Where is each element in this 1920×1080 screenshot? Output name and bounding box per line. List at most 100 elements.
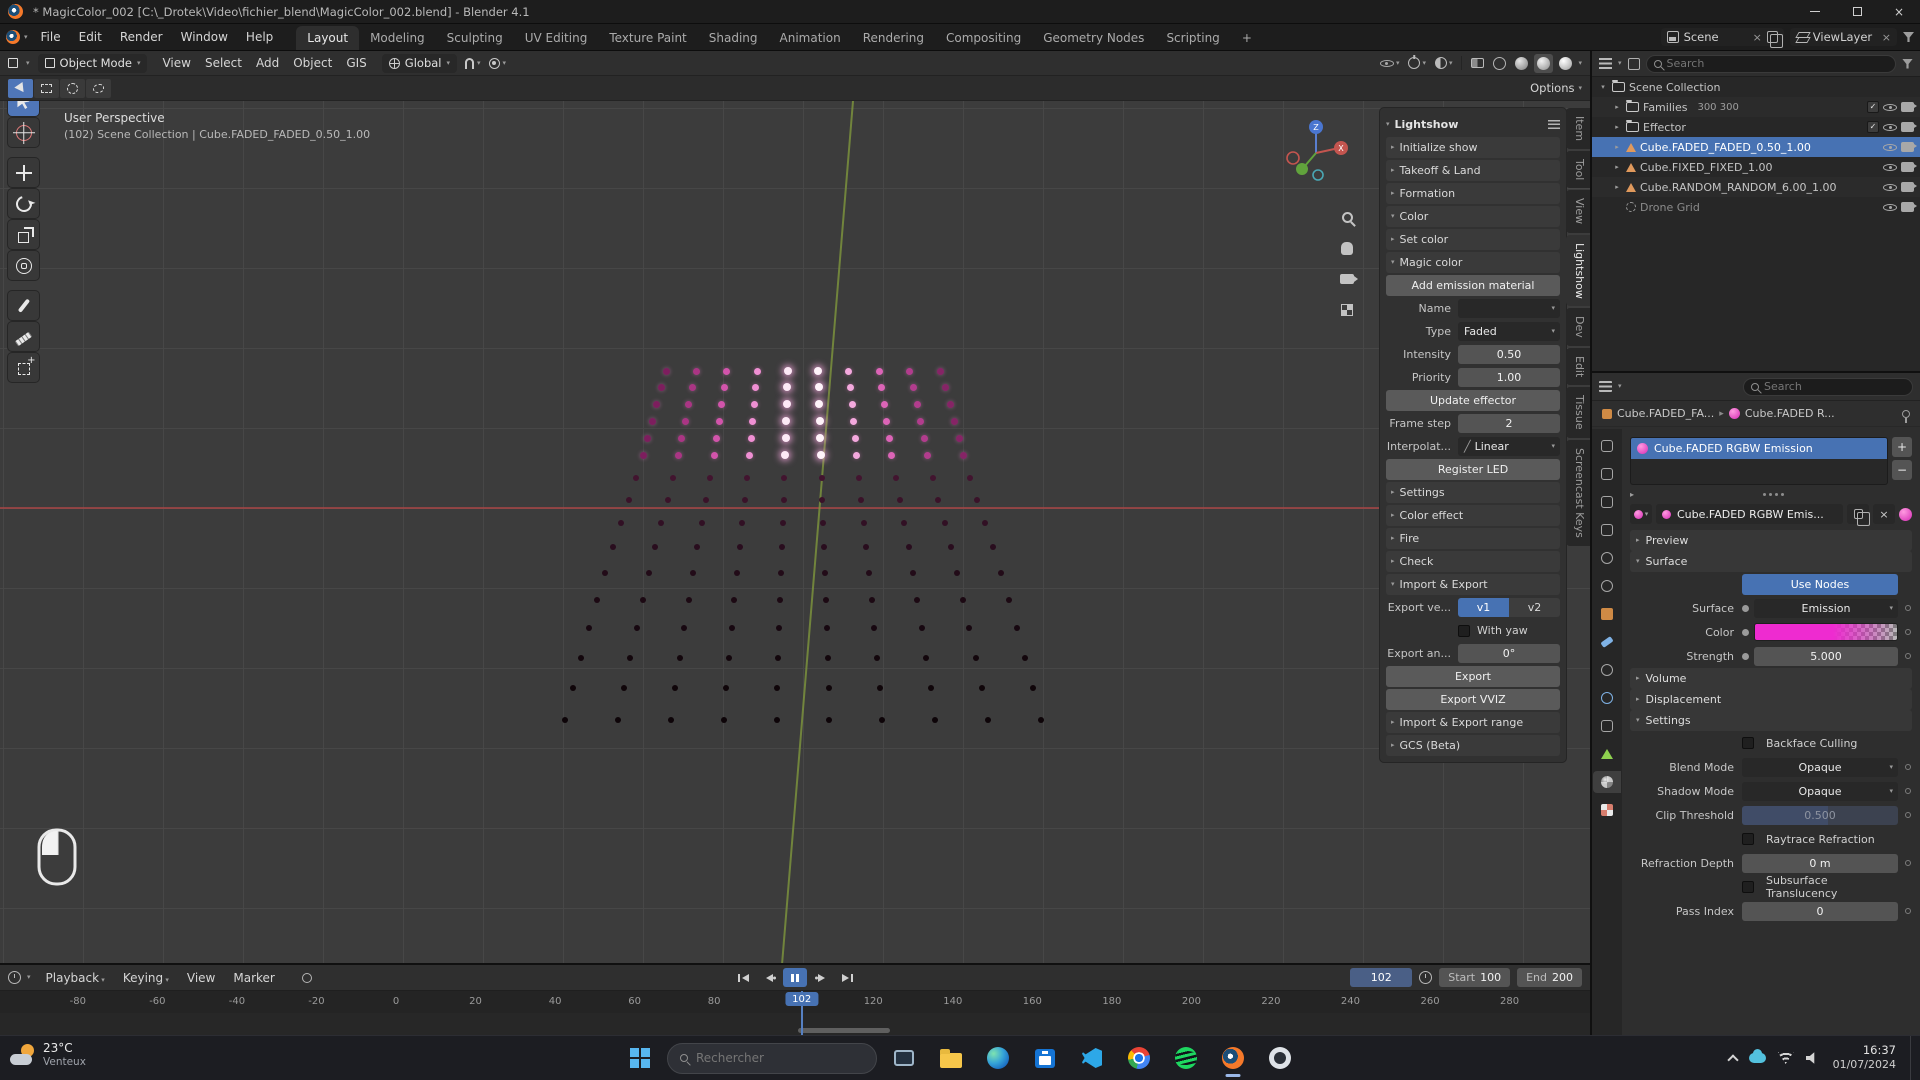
jump-start-button[interactable]: [731, 968, 755, 987]
drone-dot[interactable]: [726, 655, 732, 661]
properties-tab-physics[interactable]: [1593, 687, 1621, 709]
tool-annotate[interactable]: [8, 291, 39, 320]
outliner-filter-icon[interactable]: [1902, 59, 1913, 69]
panel-header-preview[interactable]: ▸Preview: [1630, 530, 1912, 551]
drone-dot[interactable]: [914, 401, 921, 408]
drone-dot[interactable]: [640, 597, 646, 603]
taskbar-app-chrome[interactable]: [1119, 1038, 1159, 1078]
outliner-row-drone-grid[interactable]: Drone Grid: [1592, 197, 1920, 217]
expand-arrow-icon[interactable]: ▸: [1630, 490, 1634, 499]
frame-start-field[interactable]: Start 100: [1439, 968, 1510, 987]
drone-dot[interactable]: [883, 418, 890, 425]
tray-expand-icon[interactable]: [1727, 1054, 1738, 1065]
drone-dot[interactable]: [781, 475, 787, 481]
properties-tab-output[interactable]: [1593, 491, 1621, 513]
unlink-material-button[interactable]: ×: [1873, 504, 1895, 524]
gizmos-dropdown[interactable]: ▾: [1405, 54, 1429, 72]
tool-rotate[interactable]: [8, 189, 39, 218]
taskbar-search-input[interactable]: [696, 1051, 864, 1065]
drone-dot[interactable]: [814, 367, 822, 375]
export-an-field[interactable]: 0°: [1458, 644, 1560, 663]
drone-dot[interactable]: [784, 367, 792, 375]
eye-icon[interactable]: [1883, 141, 1897, 154]
sidebar-tab-tissue[interactable]: Tissue: [1566, 387, 1590, 438]
drone-dot[interactable]: [621, 685, 627, 691]
viewlayer-unlink-icon[interactable]: ×: [1882, 31, 1891, 44]
export-vviz-button[interactable]: Export VVIZ: [1386, 689, 1560, 710]
viewport-menu-add[interactable]: Add: [249, 53, 286, 73]
subpanel-magic-color[interactable]: ▾Magic color: [1386, 252, 1560, 273]
drone-dot[interactable]: [663, 368, 670, 375]
sidebar-tab-tool[interactable]: Tool: [1566, 151, 1590, 188]
taskbar-app-obs[interactable]: [1260, 1038, 1300, 1078]
scene-unlink-icon[interactable]: ×: [1753, 31, 1762, 44]
drone-dot[interactable]: [779, 544, 785, 550]
drone-dot[interactable]: [942, 384, 949, 391]
drone-dot[interactable]: [815, 383, 823, 391]
minimize-button[interactable]: [1794, 0, 1836, 23]
drone-dot[interactable]: [823, 597, 829, 603]
shadow-mode-dropdown[interactable]: Opaque▾: [1742, 782, 1898, 801]
drone-dot[interactable]: [815, 400, 823, 408]
drone-dot[interactable]: [668, 717, 674, 723]
material-filter-icon[interactable]: [1899, 508, 1912, 521]
drone-dot[interactable]: [932, 717, 938, 723]
maximize-button[interactable]: [1836, 0, 1878, 23]
drone-dot[interactable]: [1022, 655, 1028, 661]
drone-dot[interactable]: [699, 520, 705, 526]
timeline-menu-keying[interactable]: Keying ▾: [114, 967, 178, 989]
drone-dot[interactable]: [777, 597, 783, 603]
drone-dot[interactable]: [874, 655, 880, 661]
drone-dot[interactable]: [871, 625, 877, 631]
sidebar-tab-dev[interactable]: Dev: [1566, 308, 1590, 346]
subpanel-color-effect[interactable]: ▸Color effect: [1386, 505, 1560, 526]
properties-tab-modifiers[interactable]: [1593, 631, 1621, 653]
drone-dot[interactable]: [653, 401, 660, 408]
taskbar-app-store[interactable]: [1025, 1038, 1065, 1078]
drone-dot[interactable]: [821, 544, 827, 550]
snap-magnet-icon[interactable]: [465, 58, 474, 69]
camera-icon[interactable]: [1901, 102, 1914, 112]
drone-dot[interactable]: [951, 418, 958, 425]
sidebar-tab-edit[interactable]: Edit: [1566, 348, 1590, 385]
drone-dot[interactable]: [917, 418, 924, 425]
outliner-row-families[interactable]: ▸Families300 300✓: [1592, 97, 1920, 117]
drone-dot[interactable]: [626, 497, 632, 503]
drone-dot[interactable]: [649, 418, 656, 425]
segment-v1-button[interactable]: v1: [1458, 598, 1509, 617]
drone-dot[interactable]: [658, 384, 665, 391]
camera-icon[interactable]: [1901, 142, 1914, 152]
eye-icon[interactable]: [1883, 101, 1897, 114]
drone-dot[interactable]: [742, 497, 748, 503]
gizmo-z-neg-axis[interactable]: [1313, 170, 1323, 180]
panel-menu-icon[interactable]: [1548, 120, 1560, 129]
properties-tab-material[interactable]: [1593, 771, 1621, 793]
jump-end-button[interactable]: [835, 968, 859, 987]
outliner-row-cube-random-random-6-00-1-00[interactable]: ▸Cube.RANDOM_RANDOM_6.00_1.00: [1592, 177, 1920, 197]
show-desktop-button[interactable]: [1910, 1036, 1914, 1080]
subpanel-import-export-range[interactable]: ▸Import & Export range: [1386, 712, 1560, 733]
drone-dot[interactable]: [817, 451, 825, 459]
drone-dot[interactable]: [998, 570, 1004, 576]
decorate-keyframe-icon[interactable]: [1905, 788, 1911, 794]
drone-dot[interactable]: [845, 368, 852, 375]
drone-dot[interactable]: [881, 401, 888, 408]
tool-cursor[interactable]: [8, 118, 39, 147]
add-workspace-button[interactable]: +: [1231, 26, 1263, 50]
drone-dot[interactable]: [627, 655, 633, 661]
slot-list-grip[interactable]: ▸: [1630, 490, 1912, 498]
drone-dot[interactable]: [897, 497, 903, 503]
start-button[interactable]: [620, 1038, 660, 1078]
checkbox-icon[interactable]: ✓: [1867, 101, 1879, 113]
workspace-tab-scripting[interactable]: Scripting: [1155, 26, 1230, 50]
timeline-menu-view[interactable]: View: [178, 967, 224, 989]
workspace-tab-geometry-nodes[interactable]: Geometry Nodes: [1032, 26, 1155, 50]
workspace-tab-shading[interactable]: Shading: [698, 26, 769, 50]
eye-icon[interactable]: [1883, 181, 1897, 194]
subpanel-import-export[interactable]: ▾Import & Export: [1386, 574, 1560, 595]
shading-rendered-button[interactable]: [1556, 54, 1575, 73]
drone-dot[interactable]: [618, 520, 624, 526]
intensity-field[interactable]: 0.50: [1458, 345, 1560, 364]
drone-dot[interactable]: [751, 401, 758, 408]
drone-dot[interactable]: [783, 383, 791, 391]
